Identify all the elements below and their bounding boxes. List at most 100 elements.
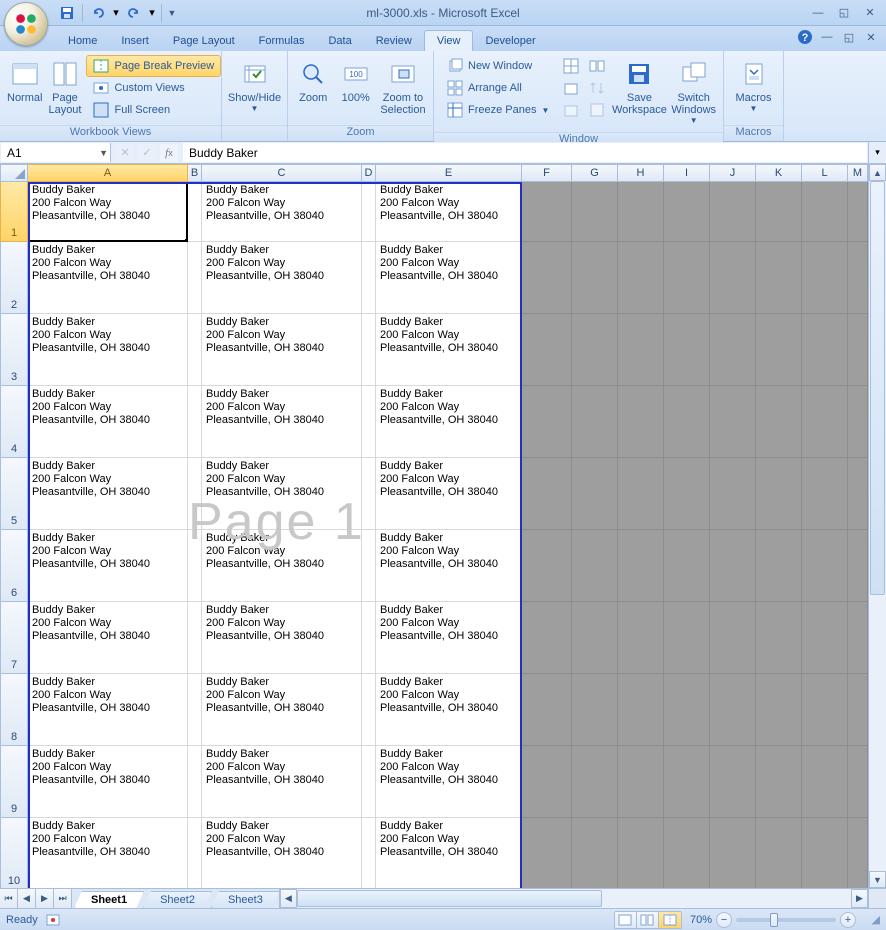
qat-undo-button[interactable] [87, 2, 109, 24]
minimize-button[interactable]: — [806, 4, 830, 22]
cell[interactable] [618, 458, 664, 530]
row-header[interactable]: 4 [0, 386, 28, 458]
cell[interactable] [710, 242, 756, 314]
cell[interactable] [664, 242, 710, 314]
row-header[interactable]: 5 [0, 458, 28, 530]
row-header[interactable]: 10 [0, 818, 28, 888]
cell[interactable] [572, 602, 618, 674]
cell[interactable] [572, 314, 618, 386]
cell[interactable]: Buddy Baker200 Falcon WayPleasantville, … [202, 386, 362, 458]
cell[interactable] [848, 458, 868, 530]
cell[interactable]: Buddy Baker200 Falcon WayPleasantville, … [376, 530, 522, 602]
cell[interactable] [522, 602, 572, 674]
switch-windows-button[interactable]: Switch Windows ▼ [668, 53, 719, 130]
unhide-window-button[interactable] [560, 99, 582, 121]
cell[interactable] [756, 746, 802, 818]
cell[interactable] [188, 182, 202, 242]
new-window-button[interactable]: New Window [440, 55, 556, 77]
cell[interactable]: Buddy Baker200 Falcon WayPleasantville, … [202, 818, 362, 888]
cell[interactable] [618, 314, 664, 386]
cell[interactable] [362, 674, 376, 746]
cell[interactable] [848, 530, 868, 602]
cell[interactable]: Buddy Baker200 Falcon WayPleasantville, … [28, 458, 188, 530]
cell[interactable]: Buddy Baker200 Falcon WayPleasantville, … [28, 746, 188, 818]
cell[interactable]: Buddy Baker200 Falcon WayPleasantville, … [376, 458, 522, 530]
cell[interactable]: Buddy Baker200 Falcon WayPleasantville, … [202, 674, 362, 746]
tab-data[interactable]: Data [316, 31, 363, 51]
cell[interactable] [188, 314, 202, 386]
cell[interactable] [618, 818, 664, 888]
cell[interactable] [188, 674, 202, 746]
cell[interactable] [522, 182, 572, 242]
cell[interactable] [572, 182, 618, 242]
cell[interactable] [362, 314, 376, 386]
cell[interactable] [188, 746, 202, 818]
cell[interactable] [802, 602, 848, 674]
view-side-by-side-button[interactable] [586, 55, 608, 77]
cell[interactable]: Buddy Baker200 Falcon WayPleasantville, … [202, 314, 362, 386]
page-break-preview-shortcut[interactable] [659, 912, 681, 928]
normal-view-shortcut[interactable] [615, 912, 637, 928]
cell[interactable] [572, 242, 618, 314]
cell[interactable] [848, 314, 868, 386]
cell[interactable] [618, 674, 664, 746]
cell[interactable] [664, 182, 710, 242]
close-button[interactable]: ✕ [858, 4, 882, 22]
cell[interactable] [362, 818, 376, 888]
macro-record-icon[interactable] [46, 913, 60, 927]
cell[interactable] [802, 530, 848, 602]
cell[interactable] [710, 386, 756, 458]
cell[interactable] [756, 182, 802, 242]
sheet-nav-last[interactable]: ⏭ [54, 889, 72, 908]
scroll-thumb[interactable] [297, 890, 602, 907]
cell[interactable] [664, 314, 710, 386]
cell[interactable] [572, 818, 618, 888]
cell[interactable]: Buddy Baker200 Falcon WayPleasantville, … [28, 242, 188, 314]
cell[interactable] [362, 386, 376, 458]
normal-view-button[interactable]: Normal [4, 53, 45, 109]
cell[interactable] [664, 818, 710, 888]
help-button[interactable]: ? [796, 28, 814, 46]
scroll-down-button[interactable]: ▼ [869, 871, 886, 888]
cell[interactable] [522, 242, 572, 314]
cell[interactable] [362, 530, 376, 602]
sheet-tab[interactable]: Sheet3 [211, 891, 280, 908]
cell[interactable] [756, 674, 802, 746]
cell[interactable] [572, 746, 618, 818]
name-box-dropdown-icon[interactable]: ▼ [99, 148, 108, 158]
cell[interactable] [664, 602, 710, 674]
cell[interactable] [710, 530, 756, 602]
row-header[interactable]: 1 [0, 182, 28, 242]
cancel-formula-button[interactable]: ✕ [116, 144, 134, 162]
cell[interactable] [848, 242, 868, 314]
cell[interactable] [756, 602, 802, 674]
cell[interactable] [664, 386, 710, 458]
cell[interactable] [710, 746, 756, 818]
cell[interactable] [618, 530, 664, 602]
cell[interactable] [802, 458, 848, 530]
cell[interactable] [522, 674, 572, 746]
scroll-thumb[interactable] [870, 181, 885, 595]
cell[interactable] [802, 182, 848, 242]
cell[interactable] [756, 818, 802, 888]
cell[interactable]: Buddy Baker200 Falcon WayPleasantville, … [376, 818, 522, 888]
cell[interactable] [802, 746, 848, 818]
qat-redo-button[interactable] [123, 2, 145, 24]
zoom-level[interactable]: 70% [690, 914, 712, 926]
cell[interactable] [522, 818, 572, 888]
cell[interactable] [848, 386, 868, 458]
cell[interactable] [664, 530, 710, 602]
cell[interactable] [188, 386, 202, 458]
cell[interactable] [848, 182, 868, 242]
cell[interactable] [756, 530, 802, 602]
cell[interactable]: Buddy Baker200 Falcon WayPleasantville, … [376, 386, 522, 458]
tab-insert[interactable]: Insert [109, 31, 161, 51]
sheet-nav-prev[interactable]: ◀ [18, 889, 36, 908]
cell[interactable]: Buddy Baker200 Falcon WayPleasantville, … [202, 602, 362, 674]
cell[interactable]: Buddy Baker200 Falcon WayPleasantville, … [28, 530, 188, 602]
cell[interactable] [572, 530, 618, 602]
cell[interactable] [572, 458, 618, 530]
zoom-slider[interactable] [736, 918, 836, 922]
zoom-to-selection-button[interactable]: Zoom to Selection [377, 53, 429, 121]
cell[interactable] [802, 242, 848, 314]
